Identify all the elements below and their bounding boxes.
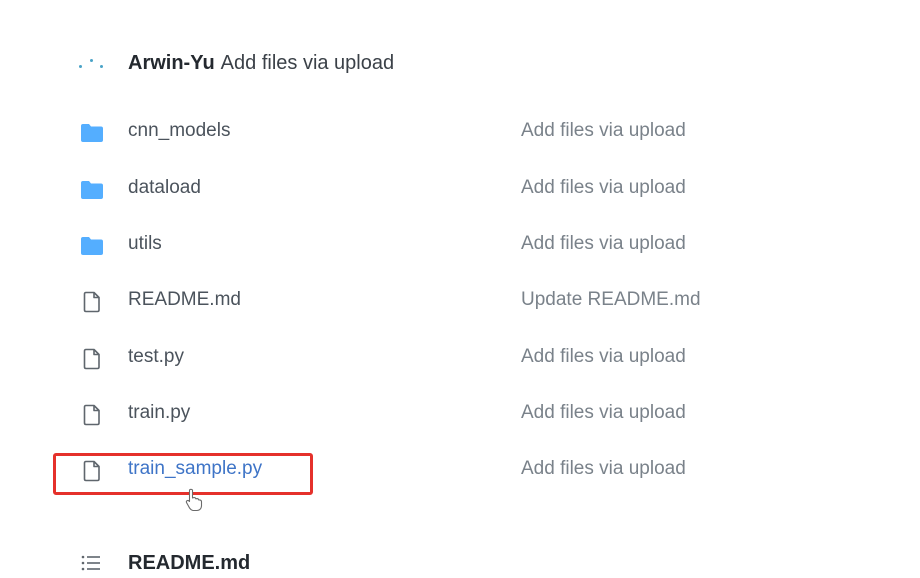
- file-commit-message[interactable]: Add files via upload: [521, 120, 686, 142]
- file-name[interactable]: cnn_models: [128, 120, 230, 142]
- highlight-box: [53, 453, 313, 495]
- file-icon: [83, 348, 100, 370]
- folder-icon: [81, 124, 103, 142]
- file-row[interactable]: train.py Add files via upload: [0, 387, 920, 443]
- folder-icon: [81, 181, 103, 199]
- file-commit-message[interactable]: Add files via upload: [521, 233, 686, 255]
- file-name[interactable]: utils: [128, 233, 162, 255]
- file-commit-message[interactable]: Add files via upload: [521, 177, 686, 199]
- file-row[interactable]: utils Add files via upload: [0, 218, 920, 274]
- file-commit-message[interactable]: Add files via upload: [521, 346, 686, 368]
- file-icon: [83, 404, 100, 426]
- commit-message[interactable]: Add files via upload: [221, 52, 394, 75]
- commit-author[interactable]: Arwin-Yu: [128, 52, 215, 75]
- file-commit-message[interactable]: Add files via upload: [521, 402, 686, 424]
- file-name[interactable]: README.md: [128, 289, 241, 311]
- list-icon[interactable]: [80, 553, 102, 573]
- file-name[interactable]: train.py: [128, 402, 190, 424]
- file-icon: [83, 291, 100, 313]
- file-commit-message[interactable]: Add files via upload: [521, 458, 686, 480]
- latest-commit-header: Arwin-Yu Add files via upload: [76, 48, 394, 78]
- folder-icon: [81, 237, 103, 255]
- file-commit-message[interactable]: Update README.md: [521, 289, 701, 311]
- file-row[interactable]: test.py Add files via upload: [0, 331, 920, 387]
- file-row[interactable]: README.md Update README.md: [0, 274, 920, 330]
- file-row[interactable]: cnn_models Add files via upload: [0, 105, 920, 161]
- file-row[interactable]: dataload Add files via upload: [0, 162, 920, 218]
- file-name[interactable]: test.py: [128, 346, 184, 368]
- hand-cursor-icon: [185, 488, 203, 512]
- file-name[interactable]: dataload: [128, 177, 201, 199]
- readme-title: README.md: [128, 551, 251, 574]
- author-avatar[interactable]: [76, 48, 116, 78]
